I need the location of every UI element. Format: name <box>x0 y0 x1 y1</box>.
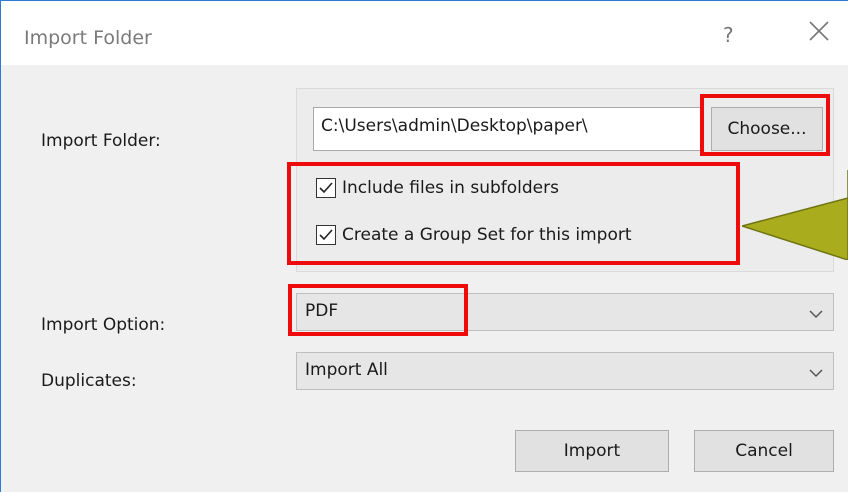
chevron-down-icon <box>809 363 823 383</box>
create-group-set-label: Create a Group Set for this import <box>342 225 632 245</box>
duplicates-select[interactable]: Import All <box>296 352 834 390</box>
checkmark-icon <box>319 229 333 241</box>
chevron-down-icon <box>809 304 823 324</box>
include-subfolders-option[interactable]: Include files in subfolders <box>316 175 559 201</box>
title-bar: Import Folder ? <box>1 1 848 65</box>
import-option-label: Import Option: <box>41 315 166 335</box>
duplicates-label: Duplicates: <box>41 371 137 391</box>
include-subfolders-checkbox[interactable] <box>316 178 336 198</box>
dialog-title: Import Folder <box>24 27 152 49</box>
import-button[interactable]: Import <box>515 430 669 472</box>
help-button[interactable]: ? <box>723 23 734 47</box>
import-option-select[interactable]: PDF <box>296 293 834 331</box>
import-folder-dialog: Import Folder ? Import Folder: C:\Users\… <box>0 0 848 492</box>
close-icon[interactable] <box>807 19 831 43</box>
include-subfolders-label: Include files in subfolders <box>342 178 559 198</box>
import-folder-label: Import Folder: <box>41 131 161 151</box>
callout-arrow-icon <box>742 170 848 260</box>
checkmark-icon <box>319 182 333 194</box>
create-group-set-option[interactable]: Create a Group Set for this import <box>316 222 632 248</box>
choose-button[interactable]: Choose... <box>711 107 823 151</box>
cancel-button[interactable]: Cancel <box>694 430 834 472</box>
folder-path-input[interactable]: C:\Users\admin\Desktop\paper\ <box>313 107 701 151</box>
import-option-value: PDF <box>305 301 339 321</box>
create-group-set-checkbox[interactable] <box>316 225 336 245</box>
duplicates-value: Import All <box>305 360 388 380</box>
